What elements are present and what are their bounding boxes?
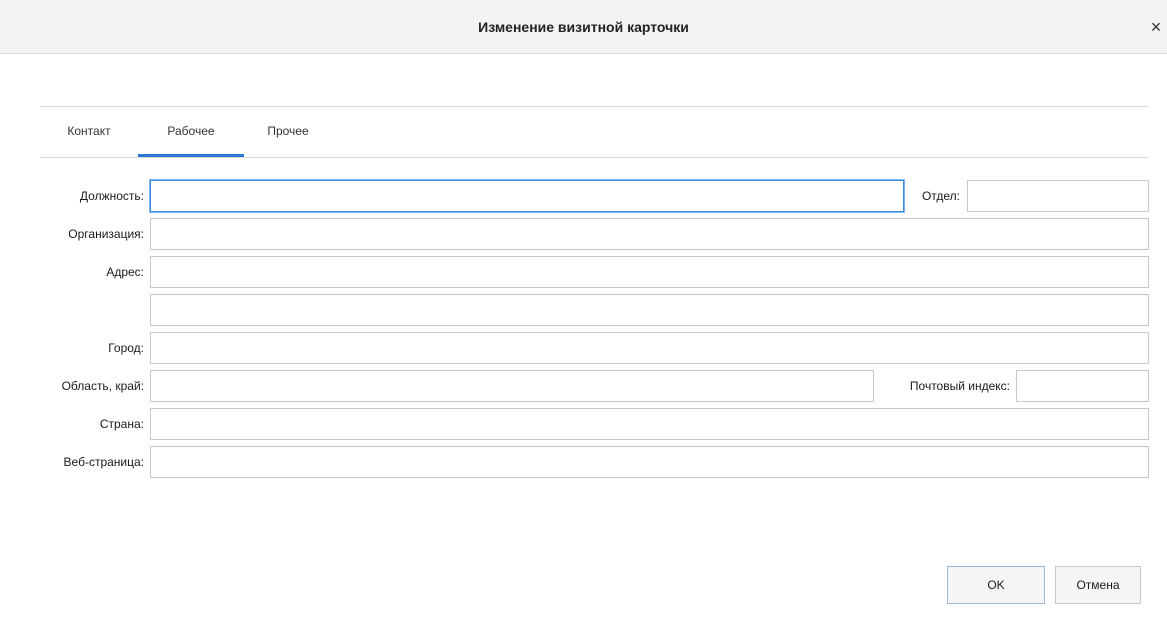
address-line2-input[interactable]: [150, 294, 1149, 326]
department-input[interactable]: [967, 180, 1149, 212]
address-label: Адрес:: [106, 265, 144, 279]
country-label: Страна:: [99, 417, 144, 431]
region-label: Область, край:: [61, 379, 144, 393]
postal-code-label: Почтовый индекс:: [909, 379, 1010, 393]
tab-contact[interactable]: Контакт: [40, 107, 138, 157]
cancel-button[interactable]: Отмена: [1055, 566, 1141, 604]
ok-button[interactable]: OK: [947, 566, 1045, 604]
tab-other[interactable]: Прочее: [244, 107, 332, 157]
address-line1-input[interactable]: [150, 256, 1149, 288]
organization-label: Организация:: [68, 227, 144, 241]
title-bar: Изменение визитной карточки ×: [0, 0, 1167, 54]
tab-work[interactable]: Рабочее: [138, 107, 244, 157]
department-label: Отдел:: [921, 189, 960, 203]
job-title-input[interactable]: [150, 180, 904, 212]
region-input[interactable]: [150, 370, 874, 402]
organization-input[interactable]: [150, 218, 1149, 250]
web-page-input[interactable]: [150, 446, 1149, 478]
edit-business-card-dialog: Изменение визитной карточки × Контакт Ра…: [0, 0, 1167, 623]
close-icon[interactable]: ×: [1145, 14, 1167, 40]
city-input[interactable]: [150, 332, 1149, 364]
country-input[interactable]: [150, 408, 1149, 440]
postal-code-input[interactable]: [1016, 370, 1149, 402]
city-label: Город:: [108, 341, 144, 355]
web-page-label: Веб-страница:: [63, 455, 144, 469]
dialog-title: Изменение визитной карточки: [478, 19, 689, 35]
job-title-label: Должность:: [79, 189, 144, 203]
tab-bar: Контакт Рабочее Прочее: [40, 107, 1149, 158]
